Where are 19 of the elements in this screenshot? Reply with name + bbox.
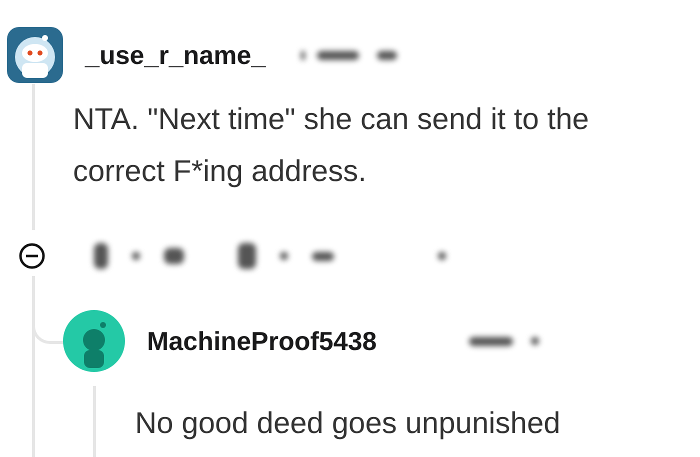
username[interactable]: MachineProof5438 bbox=[147, 326, 377, 356]
blurred-mark bbox=[316, 50, 359, 60]
reply-text: No good deed goes unpunished bbox=[135, 406, 560, 442]
blurred-mark bbox=[376, 50, 397, 60]
blurred-mark bbox=[530, 337, 539, 345]
blurred-mark bbox=[300, 50, 305, 60]
comment-text: NTA. "Next time" she can send it to the correct F*ing address. bbox=[73, 102, 590, 190]
blurred-mark bbox=[164, 248, 184, 264]
blurred-mark bbox=[438, 252, 446, 260]
collapse-icon[interactable] bbox=[18, 242, 46, 270]
blurred-mark bbox=[468, 336, 513, 346]
blurred-mark bbox=[238, 243, 256, 269]
blurred-mark bbox=[280, 252, 288, 260]
avatar-icon bbox=[6, 26, 64, 84]
username[interactable]: _use_r_name_ bbox=[85, 40, 266, 70]
blurred-mark bbox=[312, 252, 334, 260]
blurred-mark bbox=[94, 243, 108, 269]
avatar-icon bbox=[63, 310, 125, 372]
blurred-mark bbox=[132, 252, 140, 260]
